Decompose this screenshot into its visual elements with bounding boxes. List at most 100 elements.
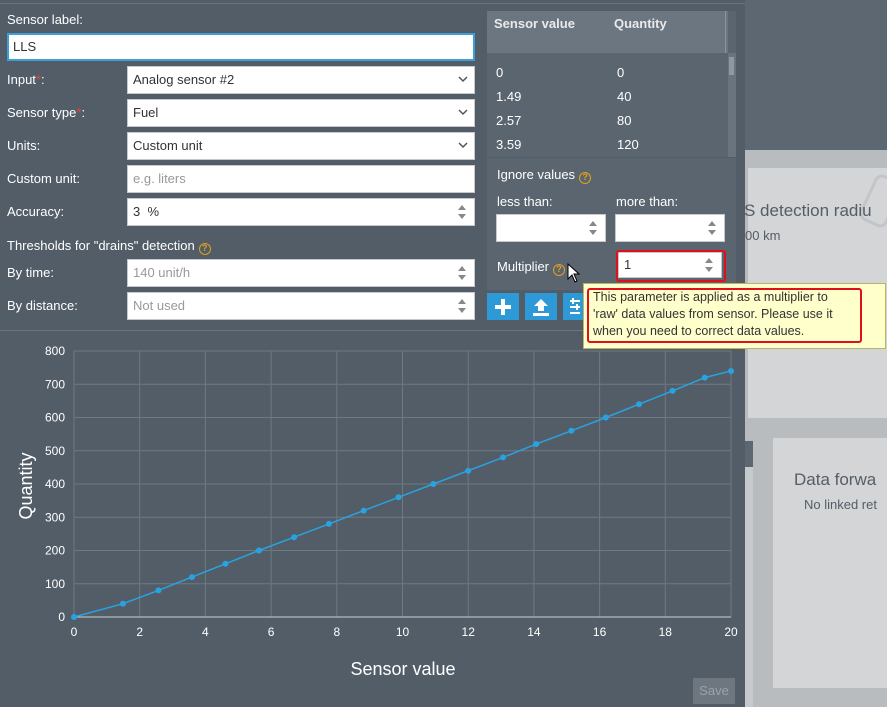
data-point <box>155 587 162 594</box>
x-tick-label: 6 <box>268 625 275 639</box>
cell-sensor-value: 2.57 <box>496 113 522 128</box>
data-point <box>669 387 676 394</box>
background-strip <box>745 441 753 467</box>
spinner-arrows-icon[interactable] <box>458 204 466 220</box>
x-tick-label: 0 <box>71 625 78 639</box>
cell-sensor-value: 1.49 <box>496 89 522 104</box>
help-icon[interactable]: ? <box>553 264 566 276</box>
sliders-icon <box>570 298 580 314</box>
table-row[interactable]: 2.57 80 <box>487 109 728 133</box>
data-point <box>325 520 332 527</box>
thresholds-caption: Thresholds for "drains" detection? <box>7 238 211 255</box>
tooltip-highlight <box>587 288 862 343</box>
table-scrollbar-thumb[interactable] <box>729 57 734 75</box>
y-tick-label: 700 <box>45 377 65 391</box>
data-point <box>255 547 262 554</box>
data-point <box>465 467 472 474</box>
data-forwarding-card[interactable]: Data forwa No linked ret <box>773 438 887 688</box>
column-header-sensor-value[interactable]: Sensor value <box>494 16 575 31</box>
custom-unit-input[interactable]: e.g. liters <box>127 165 475 193</box>
sensor-type-select[interactable]: Fuel <box>127 99 475 127</box>
y-tick-label: 300 <box>45 510 65 524</box>
less-than-caption: less than: <box>497 194 553 209</box>
y-tick-label: 0 <box>58 610 65 624</box>
calibration-chart: 0 2 4 6 8 10 12 14 16 18 2001002003004005006007008… <box>16 344 738 679</box>
units-select[interactable]: Custom unit <box>127 132 475 160</box>
multiplier-caption: Multiplier? <box>497 259 566 276</box>
y-tick-label: 600 <box>45 411 65 425</box>
table-row[interactable]: 00 <box>487 61 728 85</box>
x-tick-label: 14 <box>527 625 541 639</box>
x-axis-label: Sensor value <box>350 659 455 679</box>
x-tick-label: 16 <box>593 625 607 639</box>
spinner-arrows-icon[interactable] <box>458 298 466 314</box>
x-tick-label: 10 <box>396 625 410 639</box>
by-distance-value: Not used <box>133 298 186 313</box>
more-than-caption: more than: <box>616 194 679 209</box>
background-column <box>745 441 753 707</box>
data-point <box>188 574 195 581</box>
table-row[interactable]: 3.59 120 <box>487 133 728 157</box>
more-than-input[interactable] <box>615 214 725 242</box>
import-button[interactable] <box>525 293 557 320</box>
custom-unit-caption: Custom unit: <box>7 171 80 186</box>
cell-quantity: 120 <box>617 137 639 152</box>
data-point <box>500 454 507 461</box>
save-button[interactable]: Save <box>693 678 735 704</box>
data-point <box>701 374 708 381</box>
chevron-down-icon <box>458 109 468 116</box>
data-point <box>602 414 609 421</box>
sensor-label-input[interactable]: LLS <box>7 33 475 61</box>
upload-icon <box>533 299 549 316</box>
chevron-down-icon <box>458 142 468 149</box>
gps-card-subtitle: 00 km <box>745 228 781 243</box>
chart-grid <box>73 350 732 618</box>
cell-quantity: 80 <box>617 113 632 128</box>
x-tick-label: 4 <box>202 625 209 639</box>
column-header-quantity[interactable]: Quantity <box>614 16 667 31</box>
ignore-values-title: Ignore values? <box>497 167 592 184</box>
units-value: Custom unit <box>133 138 203 153</box>
table-row[interactable]: 1.49 40 <box>487 85 728 109</box>
cell-sensor-value: 0 <box>496 65 504 80</box>
custom-unit-placeholder: e.g. liters <box>133 171 186 186</box>
data-point <box>533 441 540 448</box>
sensor-label-caption: Sensor label: <box>7 12 83 27</box>
y-tick-label: 400 <box>45 477 65 491</box>
df-card-subtitle: No linked ret <box>804 497 877 512</box>
y-tick-label: 800 <box>45 344 65 358</box>
column-divider[interactable] <box>725 11 726 53</box>
by-time-input[interactable]: 140 unit/h <box>127 259 475 287</box>
x-tick-label: 20 <box>724 625 738 639</box>
accuracy-caption: Accuracy: <box>7 204 65 219</box>
table-header: Sensor value Quantity <box>487 11 728 53</box>
gps-card-title: S detection radiu <box>744 201 872 220</box>
x-tick-label: 2 <box>136 625 143 639</box>
x-tick-label: 18 <box>659 625 673 639</box>
dialog-top-border <box>0 3 745 4</box>
spinner-arrows-icon[interactable] <box>458 265 466 281</box>
sensor-label-value: LLS <box>13 39 37 54</box>
help-icon[interactable]: ? <box>198 243 211 255</box>
by-time-caption: By time: <box>7 265 54 280</box>
data-point <box>636 401 643 408</box>
help-icon[interactable]: ? <box>579 172 592 184</box>
plus-icon <box>495 299 511 315</box>
data-point <box>395 494 402 501</box>
background-header <box>745 0 887 150</box>
chevron-down-icon <box>458 76 468 83</box>
add-row-button[interactable] <box>487 293 519 320</box>
spinner-arrows-icon[interactable] <box>589 220 597 236</box>
input-select[interactable]: Analog sensor #2 <box>127 66 475 94</box>
data-point <box>728 367 734 374</box>
y-tick-label: 100 <box>45 577 65 591</box>
cell-quantity: 40 <box>617 89 632 104</box>
by-distance-input[interactable]: Not used <box>127 292 475 320</box>
spinner-arrows-icon[interactable] <box>708 220 716 236</box>
less-than-input[interactable] <box>496 214 606 242</box>
by-time-value: 140 unit/h <box>133 265 191 280</box>
accuracy-input[interactable]: 3 % <box>127 198 475 226</box>
y-tick-label: 200 <box>45 544 65 558</box>
data-point <box>360 507 367 514</box>
sensor-type-value: Fuel <box>133 105 159 120</box>
